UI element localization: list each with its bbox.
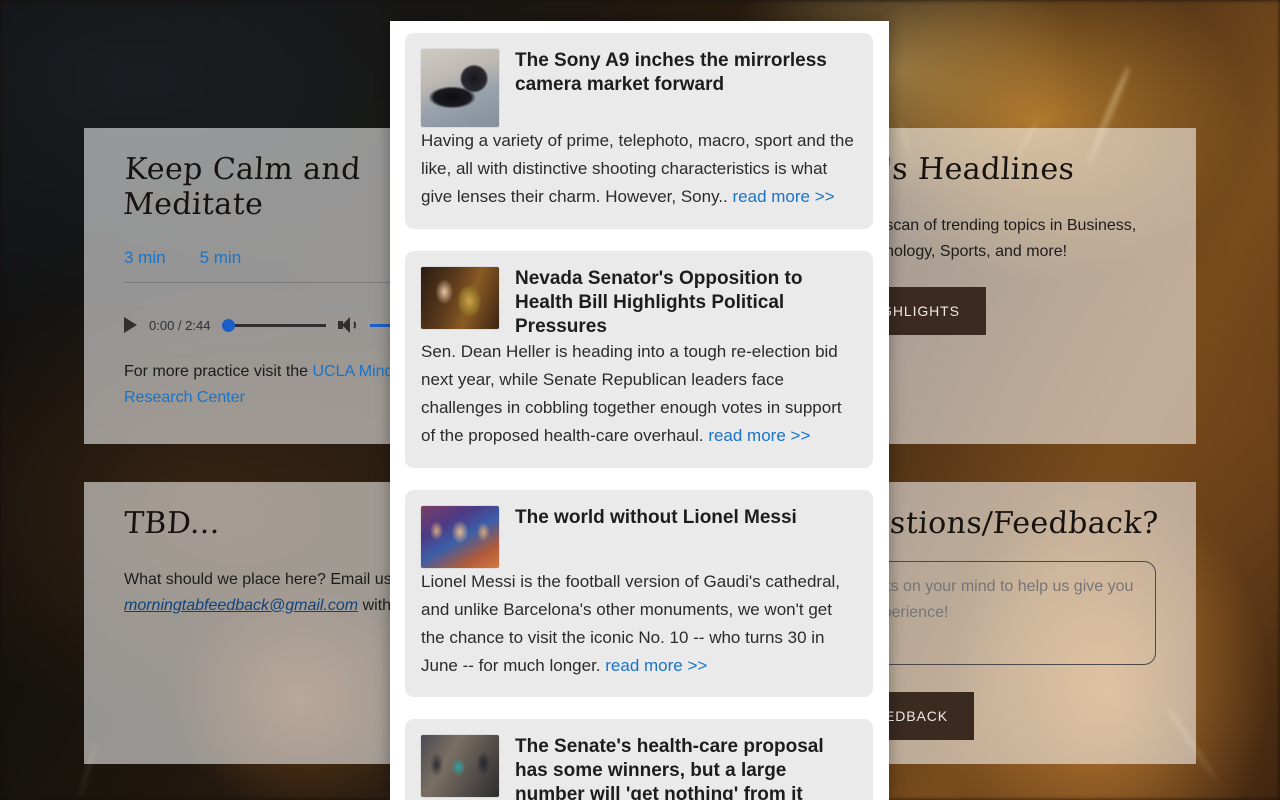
camera-thumbnail — [421, 49, 499, 127]
messi-thumbnail — [421, 505, 499, 568]
feedback-email-link[interactable]: morningtabfeedback@gmail.com — [124, 597, 358, 614]
news-modal: The Sony A9 inches the mirrorless camera… — [390, 21, 889, 800]
news-article-summary: Lionel Messi is the football version of … — [421, 568, 857, 680]
audio-seek-slider[interactable] — [222, 318, 327, 332]
read-more-link[interactable]: read more >> — [733, 187, 835, 206]
senate-thumbnail — [421, 735, 499, 798]
audio-seek-track — [222, 323, 327, 327]
news-article-header: The Sony A9 inches the mirrorless camera… — [421, 49, 857, 127]
news-article-header: The world without Lionel Messi — [421, 505, 857, 568]
volume-icon[interactable] — [338, 316, 358, 334]
tbd-text-before: What should we place here? Email us at — [124, 571, 410, 588]
read-more-link[interactable]: read more >> — [605, 656, 707, 675]
news-article-header: Nevada Senator's Opposition to Health Bi… — [421, 266, 857, 339]
page-root: Keep Calm and Meditate 3 min 5 min 0:00 … — [0, 0, 1280, 800]
tab-5-min[interactable]: 5 min — [200, 248, 242, 268]
senator-thumbnail — [421, 266, 499, 329]
audio-seek-knob[interactable] — [222, 318, 236, 332]
news-article[interactable]: The Senate's health-care proposal has so… — [405, 719, 873, 800]
news-article[interactable]: The world without Lionel Messi Lionel Me… — [405, 489, 873, 698]
news-article-title[interactable]: The world without Lionel Messi — [515, 506, 857, 530]
read-more-link[interactable]: read more >> — [708, 426, 810, 445]
news-article[interactable]: Nevada Senator's Opposition to Health Bi… — [405, 250, 873, 468]
meditate-footer-prefix: For more practice visit the — [124, 363, 313, 380]
tab-3-min[interactable]: 3 min — [124, 248, 166, 268]
news-article[interactable]: The Sony A9 inches the mirrorless camera… — [405, 33, 873, 229]
news-article-title[interactable]: Nevada Senator's Opposition to Health Bi… — [515, 267, 857, 339]
news-article-summary: Having a variety of prime, telephoto, ma… — [421, 127, 857, 211]
news-article-title[interactable]: The Senate's health-care proposal has so… — [515, 735, 857, 800]
news-article-header: The Senate's health-care proposal has so… — [421, 735, 857, 800]
news-article-title[interactable]: The Sony A9 inches the mirrorless camera… — [515, 49, 857, 97]
news-article-summary: Sen. Dean Heller is heading into a tough… — [421, 338, 857, 450]
news-list[interactable]: The Sony A9 inches the mirrorless camera… — [390, 21, 889, 800]
play-icon[interactable] — [124, 317, 137, 333]
audio-time-label: 0:00 / 2:44 — [149, 317, 211, 333]
